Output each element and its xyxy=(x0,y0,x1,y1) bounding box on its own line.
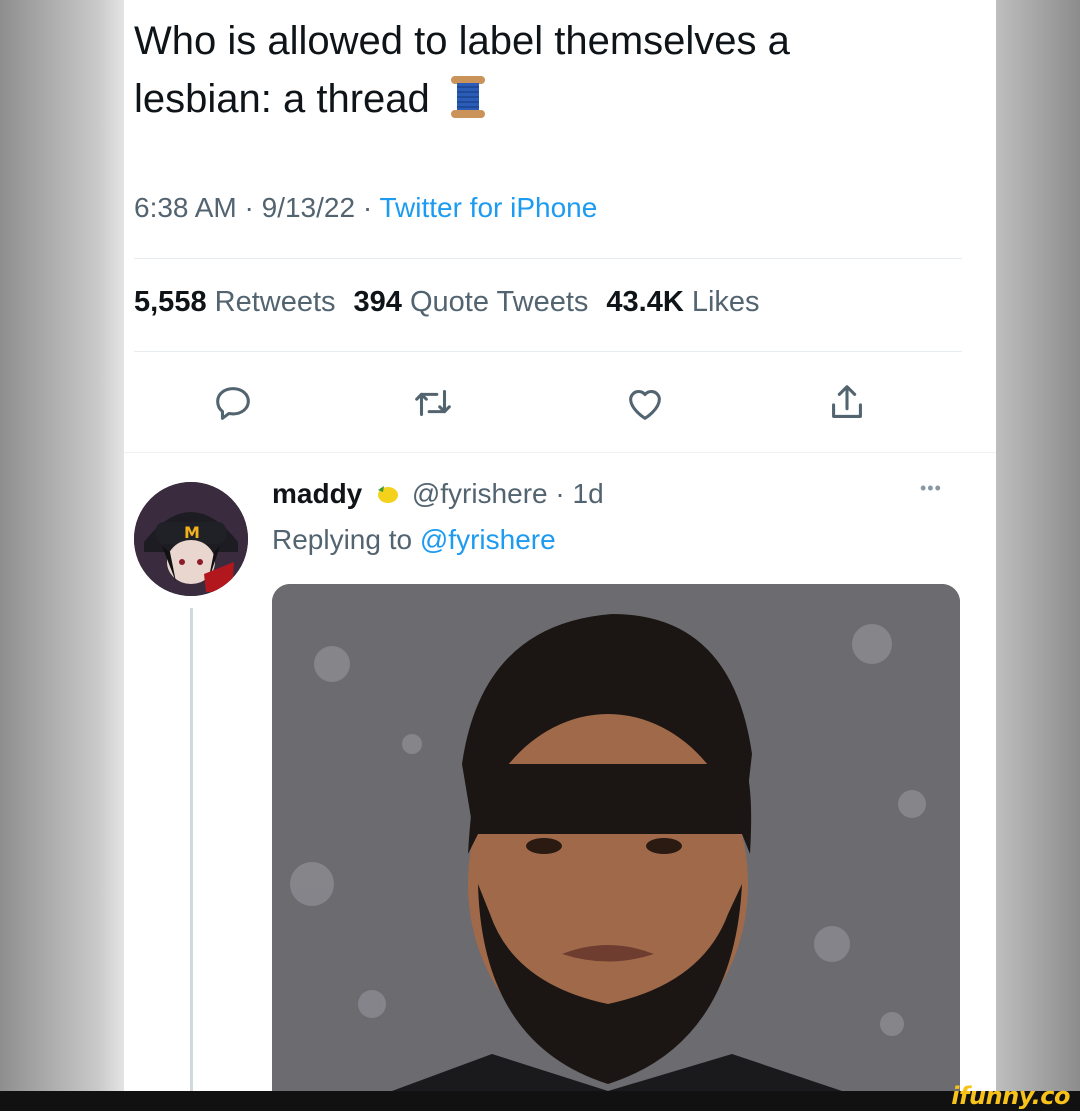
tweet-text: Who is allowed to label themselves a les… xyxy=(134,12,954,128)
reply-author-handle[interactable]: @fyrishere xyxy=(412,478,548,509)
lemon-icon xyxy=(374,481,400,505)
retweet-icon[interactable] xyxy=(410,380,456,426)
reply-author[interactable]: maddy @fyrishere · 1d xyxy=(272,478,604,510)
ifunny-watermark: ifunny.co xyxy=(951,1082,1070,1110)
svg-text:M: M xyxy=(184,523,200,542)
thread-connector xyxy=(190,608,193,1091)
more-options-icon[interactable]: ••• xyxy=(920,478,942,499)
quote-tweets-stat[interactable]: 394 Quote Tweets xyxy=(354,286,589,318)
tweet-meta: 6:38 AM · 9/13/22 · Twitter for iPhone xyxy=(134,192,598,223)
divider xyxy=(124,452,996,453)
reply-icon[interactable] xyxy=(210,380,256,426)
replying-to-handle[interactable]: @fyrishere xyxy=(420,524,556,555)
reply-photo[interactable] xyxy=(272,584,960,1091)
tweet-actions xyxy=(124,380,996,430)
tweet-source-link[interactable]: Twitter for iPhone xyxy=(379,192,597,223)
share-icon[interactable] xyxy=(824,380,870,426)
divider xyxy=(134,258,962,259)
tweet-text-line1: Who is allowed to label themselves a xyxy=(134,19,790,63)
tweet-date: 9/13/22 xyxy=(261,192,356,223)
tweet-time: 6:38 AM xyxy=(134,192,237,223)
likes-stat[interactable]: 43.4K Likes xyxy=(606,286,759,318)
divider xyxy=(134,351,962,352)
reply-age: 1d xyxy=(572,478,604,509)
tweet-card: Who is allowed to label themselves a les… xyxy=(124,0,996,1091)
tweet-text-line2: lesbian: a thread xyxy=(134,77,430,121)
avatar[interactable]: M xyxy=(134,482,248,596)
like-icon[interactable] xyxy=(622,380,668,426)
retweets-stat[interactable]: 5,558 Retweets xyxy=(134,286,336,318)
watermark-bar xyxy=(0,1091,1080,1111)
replying-to: Replying to @fyrishere xyxy=(272,524,556,555)
spool-icon xyxy=(450,76,485,118)
tweet-stats: 5,558 Retweets 394 Quote Tweets 43.4K Like… xyxy=(134,286,760,319)
reply-author-name[interactable]: maddy xyxy=(272,478,362,509)
